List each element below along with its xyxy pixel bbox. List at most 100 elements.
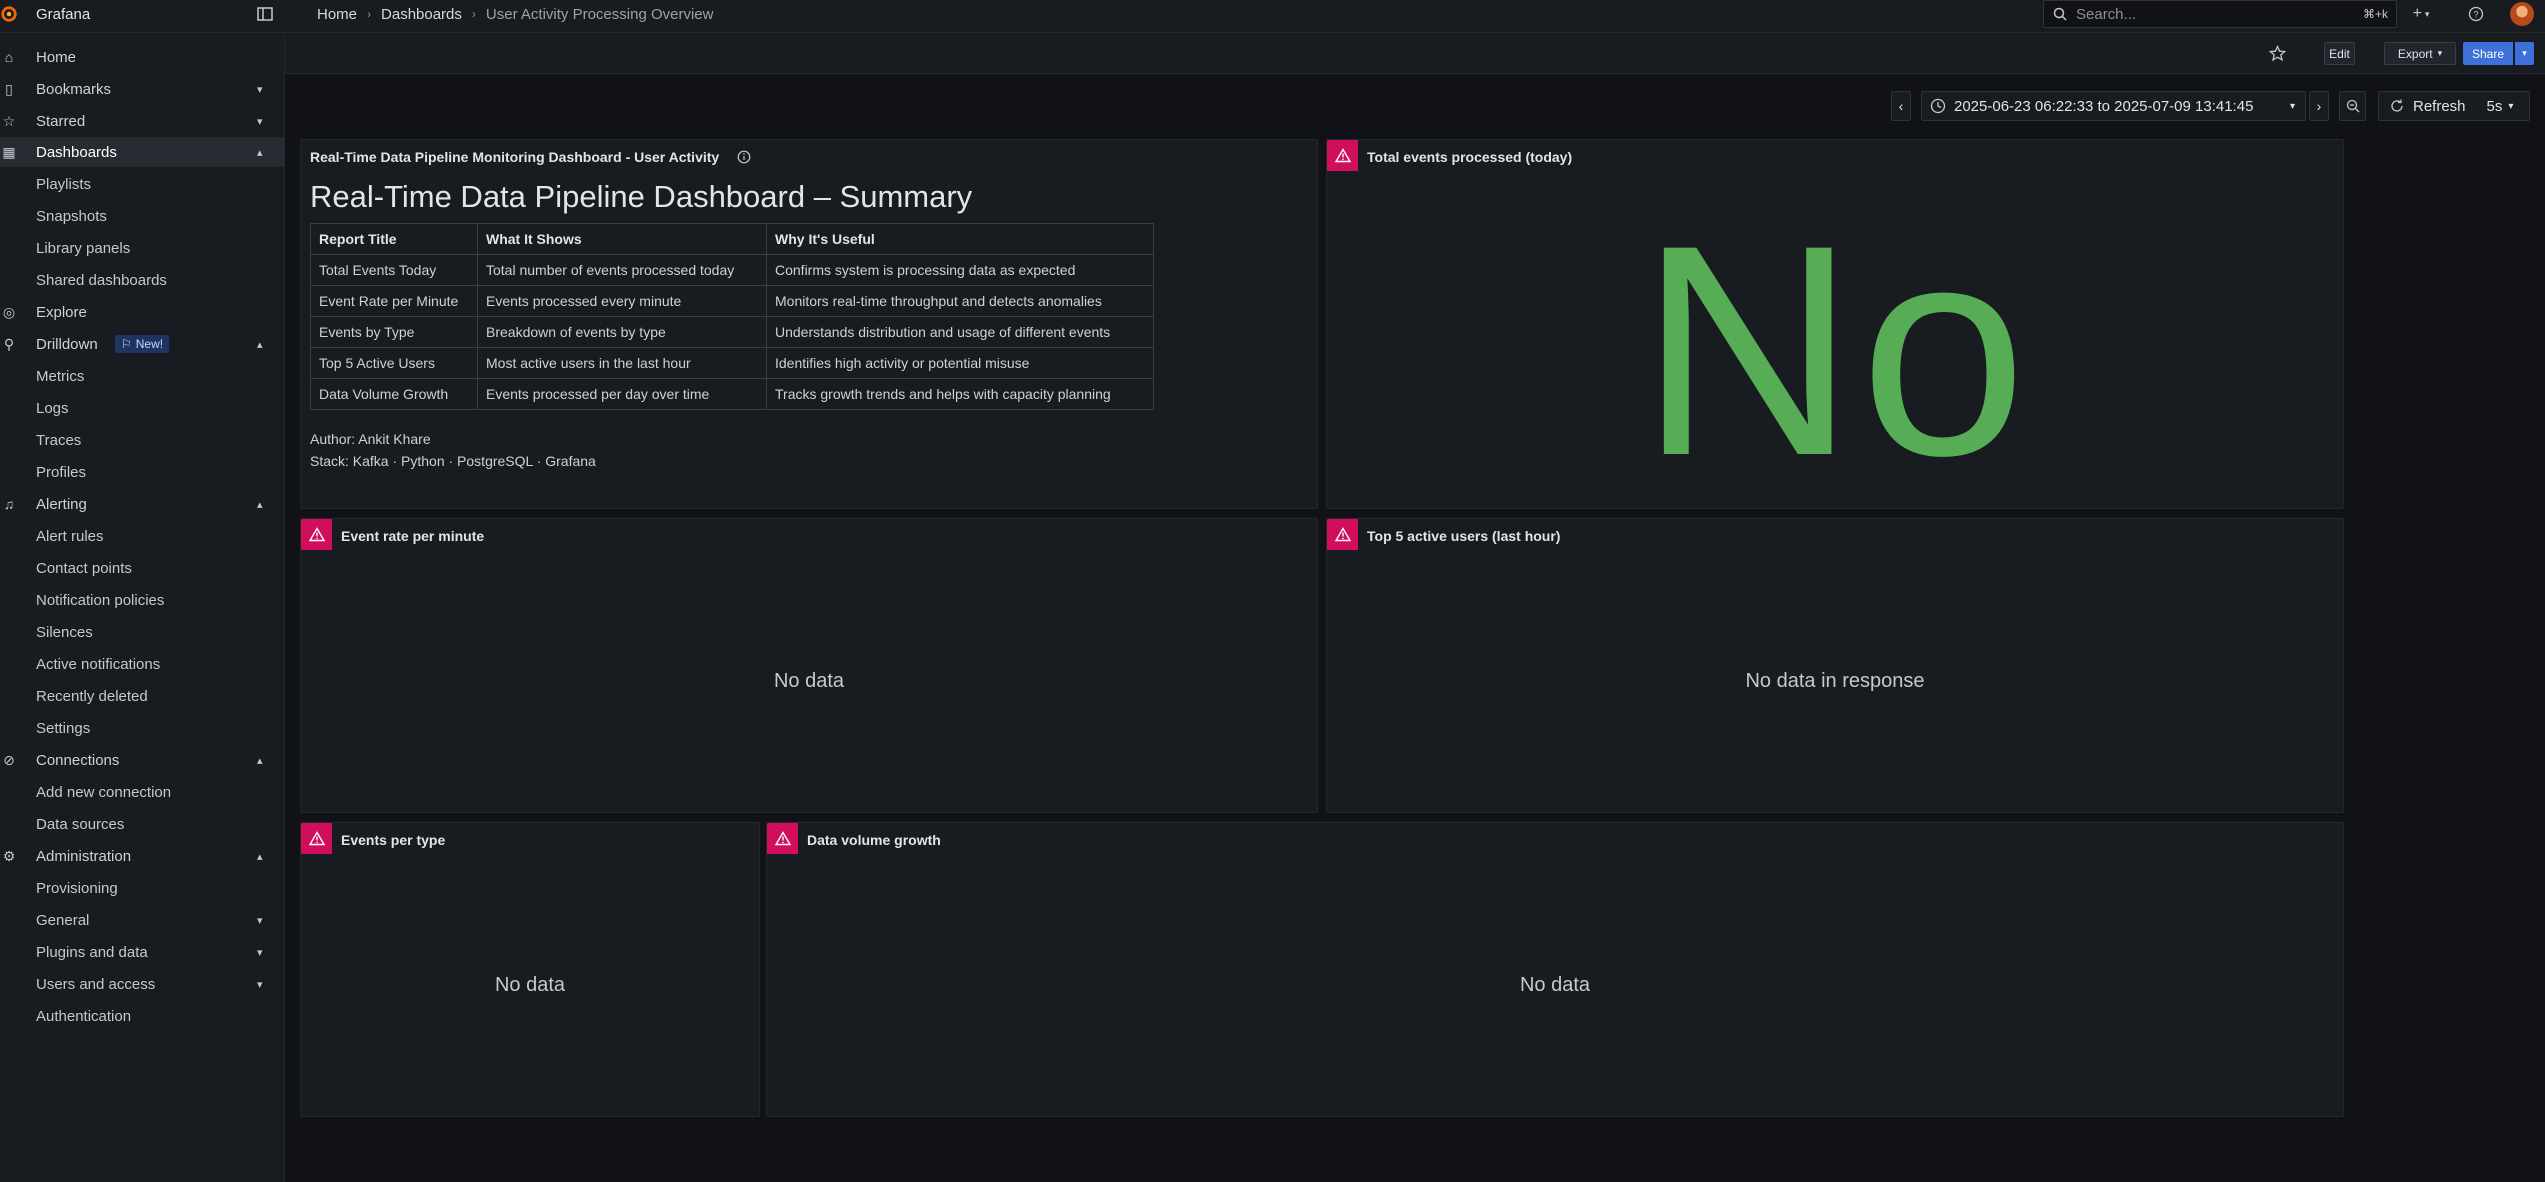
panel-title[interactable]: Real-Time Data Pipeline Monitoring Dashb… [310,149,751,165]
avatar[interactable] [2510,2,2534,26]
panel-error-indicator[interactable] [767,823,798,854]
sidebar-item-home[interactable]: ⌂ Home [0,42,284,72]
sidebar-item-starred[interactable]: ☆ Starred ▾ [0,106,284,136]
table-row: Total Events Today Total number of event… [310,254,1154,286]
info-icon[interactable] [737,150,751,164]
panel-title[interactable]: Data volume growth [807,832,941,848]
edit-button[interactable]: Edit [2324,42,2355,65]
sidebar-item-active-notifications[interactable]: Active notifications [0,649,284,679]
table-cell: Data Volume Growth [310,378,478,410]
share-button[interactable]: Share [2463,42,2513,65]
column-header: What It Shows [477,223,767,255]
sidebar-item-data-sources[interactable]: Data sources [0,809,284,839]
sidebar-item-playlists[interactable]: Playlists [0,169,284,199]
sidebar-item-alert-rules[interactable]: Alert rules [0,521,284,551]
panel-error-indicator[interactable] [301,823,332,854]
event-rate-panel: Event rate per minute No data [300,518,1318,813]
svg-text:?: ? [2473,10,2478,20]
sidebar-item-label: Library panels [36,239,131,257]
chevron-up-icon[interactable]: ▴ [257,850,263,863]
table-cell: Events processed every minute [477,285,767,317]
table-header-row: Report Title What It Shows Why It's Usef… [310,223,1154,255]
sidebar-item-label: Provisioning [36,879,118,897]
chevron-down-icon[interactable]: ▾ [257,978,263,991]
sidebar-item-recently-deleted[interactable]: Recently deleted [0,681,284,711]
refresh-icon [2391,99,2403,112]
chevron-up-icon[interactable]: ▴ [257,338,263,351]
total-events-panel: Total events processed (today) No data [1326,139,2344,800]
table-cell: Total number of events processed today [477,254,767,286]
sidebar-item-dashboards[interactable]: ▦ Dashboards ▴ [0,137,284,167]
sidebar-item-metrics[interactable]: Metrics [0,361,284,391]
dock-menu-icon[interactable] [256,5,274,23]
panel-error-indicator[interactable] [301,519,332,550]
sidebar-item-label: Add new connection [36,783,172,801]
sidebar-item-label: Administration [36,847,132,865]
sidebar-item-shared-dashboards[interactable]: Shared dashboards [0,265,284,295]
refresh-interval[interactable]: 5s [2487,98,2503,115]
chevron-down-icon[interactable]: ▾ [257,914,263,927]
breadcrumb-dashboards[interactable]: Dashboards [381,6,462,23]
sidebar-item-plugins-and-data[interactable]: Plugins and data ▾ [0,937,284,967]
breadcrumb: Home › Dashboards › User Activity Proces… [317,0,713,28]
sidebar-item-settings[interactable]: Settings [0,713,284,743]
table-cell: Confirms system is processing data as ex… [766,254,1154,286]
chevron-up-icon[interactable]: ▴ [257,754,263,767]
table-cell: Events by Type [310,316,478,348]
sidebar-item-administration[interactable]: ⚙ Administration ▴ [0,841,284,871]
time-shift-forward-button[interactable]: › [2309,91,2329,121]
sidebar-item-users-and-access[interactable]: Users and access ▾ [0,969,284,999]
zoom-out-button[interactable] [2339,91,2366,121]
breadcrumb-home[interactable]: Home [317,6,357,23]
sidebar-item-general[interactable]: General ▾ [0,905,284,935]
panel-title[interactable]: Top 5 active users (last hour) [1367,528,1560,544]
sidebar-item-provisioning[interactable]: Provisioning [0,873,284,903]
panel-title[interactable]: Event rate per minute [341,528,484,544]
chevron-down-icon[interactable]: ▾ [257,115,263,128]
sidebar-item-authentication[interactable]: Authentication [0,1001,284,1031]
new-menu-button[interactable]: + ▾ [2407,4,2435,24]
time-range-picker[interactable]: 2025-06-23 06:22:33 to 2025-07-09 13:41:… [1921,91,2306,121]
sidebar-item-alerting[interactable]: ♫ Alerting ▴ [0,489,284,519]
sidebar-item-snapshots[interactable]: Snapshots [0,201,284,231]
sidebar-item-logs[interactable]: Logs [0,393,284,423]
export-button[interactable]: Export ▾ [2384,42,2456,65]
sidebar-item-label: Logs [36,399,69,417]
sidebar-item-bookmarks[interactable]: ▯ Bookmarks ▾ [0,74,284,104]
sidebar-item-add-new-connection[interactable]: Add new connection [0,777,284,807]
panel-title[interactable]: Events per type [341,832,445,848]
time-shift-back-button[interactable]: ‹ [1891,91,1911,121]
sidebar-item-notification-policies[interactable]: Notification policies [0,585,284,615]
chevron-down-icon[interactable]: ▾ [257,946,263,959]
panel-error-indicator[interactable] [1327,519,1358,550]
refresh-label[interactable]: Refresh [2413,98,2466,115]
share-menu-button[interactable]: ▾ [2515,42,2534,65]
sidebar-item-silences[interactable]: Silences [0,617,284,647]
data-volume-growth-panel: Data volume growth No data [766,822,2344,1117]
help-button[interactable]: ? [2466,4,2486,24]
bell-icon: ♫ [3,496,15,512]
search-input[interactable]: Search... ⌘+k [2043,0,2397,28]
sidebar-item-label: Settings [36,719,91,737]
sidebar-item-profiles[interactable]: Profiles [0,457,284,487]
sidebar-item-library-panels[interactable]: Library panels [0,233,284,263]
chevron-down-icon[interactable]: ▾ [257,83,263,96]
sidebar-item-drilldown[interactable]: ⚲ Drilldown ⚐ New! ▴ [0,329,284,359]
refresh-picker[interactable]: Refresh 5s ▾ [2378,91,2530,121]
panel-title[interactable]: Total events processed (today) [1367,149,1572,165]
new-badge-label: New! [135,337,164,351]
top-bar: Grafana Home › Dashboards › User Activit… [0,0,2545,33]
table-row: Events by Type Breakdown of events by ty… [310,316,1154,348]
chevron-up-icon[interactable]: ▴ [257,498,263,511]
panel-error-indicator[interactable] [1327,140,1358,171]
search-shortcut: ⌘+k [2362,7,2388,21]
brand[interactable]: Grafana [0,0,90,28]
chevron-up-icon[interactable]: ▴ [257,146,263,159]
star-icon[interactable] [2269,45,2286,62]
sidebar-item-connections[interactable]: ⊘ Connections ▴ [0,745,284,775]
sidebar-item-explore[interactable]: ◎ Explore [0,297,284,327]
sidebar-item-contact-points[interactable]: Contact points [0,553,284,583]
sidebar-item-traces[interactable]: Traces [0,425,284,455]
table-cell: Understands distribution and usage of di… [766,316,1154,348]
panel-title-text: Real-Time Data Pipeline Monitoring Dashb… [310,149,720,165]
